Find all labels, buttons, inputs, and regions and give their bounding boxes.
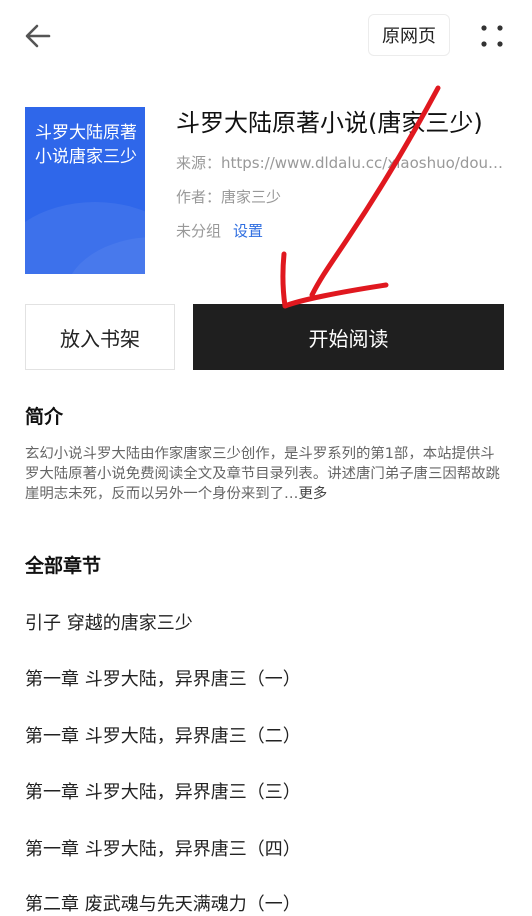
back-button[interactable] xyxy=(20,18,56,54)
chapter-item[interactable]: 第一章 斗罗大陆，异界唐三（一） xyxy=(25,665,301,691)
chapters-heading: 全部章节 xyxy=(25,555,102,577)
chapter-item[interactable]: 第一章 斗罗大陆，异界唐三（三） xyxy=(25,778,301,804)
top-bar: 原网页 xyxy=(0,0,532,72)
group-settings-link[interactable]: 设置 xyxy=(233,222,263,240)
intro-text: 玄幻小说斗罗大陆由作家唐家三少创作，是斗罗系列的第1部，本站提供斗罗大陆原著小说… xyxy=(25,444,503,504)
more-dots-icon xyxy=(481,25,503,47)
add-to-shelf-button[interactable]: 放入书架 xyxy=(25,304,175,370)
intro-more-link[interactable]: 更多 xyxy=(298,486,327,502)
intro-body: 玄幻小说斗罗大陆由作家唐家三少创作，是斗罗系列的第1部，本站提供斗罗大陆原著小说… xyxy=(25,446,500,502)
original-page-button[interactable]: 原网页 xyxy=(368,14,450,56)
book-source: 来源：https://www.dldalu.cc/xiaoshuo/douluo… xyxy=(176,154,506,172)
book-cover: 斗罗大陆原著小说唐家三少 xyxy=(25,107,145,274)
cover-title: 斗罗大陆原著小说唐家三少 xyxy=(35,123,137,167)
more-button[interactable] xyxy=(474,18,510,54)
intro-heading: 简介 xyxy=(25,406,64,428)
chapter-item[interactable]: 第一章 斗罗大陆，异界唐三（二） xyxy=(25,722,301,748)
group-label: 未分组 xyxy=(176,222,222,240)
book-author: 作者：唐家三少 xyxy=(176,188,282,206)
chapter-item[interactable]: 第二章 废武魂与先天满魂力（一） xyxy=(25,890,301,916)
book-title: 斗罗大陆原著小说(唐家三少) xyxy=(176,109,483,137)
start-reading-button[interactable]: 开始阅读 xyxy=(193,304,504,370)
chapter-item[interactable]: 引子 穿越的唐家三少 xyxy=(25,609,193,635)
book-group: 未分组 设置 xyxy=(176,221,506,241)
book-info: 斗罗大陆原著小说(唐家三少) 来源：https://www.dldalu.cc/… xyxy=(176,103,506,240)
chapter-item[interactable]: 第一章 斗罗大陆，异界唐三（四） xyxy=(25,835,301,861)
arrow-left-icon xyxy=(25,24,51,48)
